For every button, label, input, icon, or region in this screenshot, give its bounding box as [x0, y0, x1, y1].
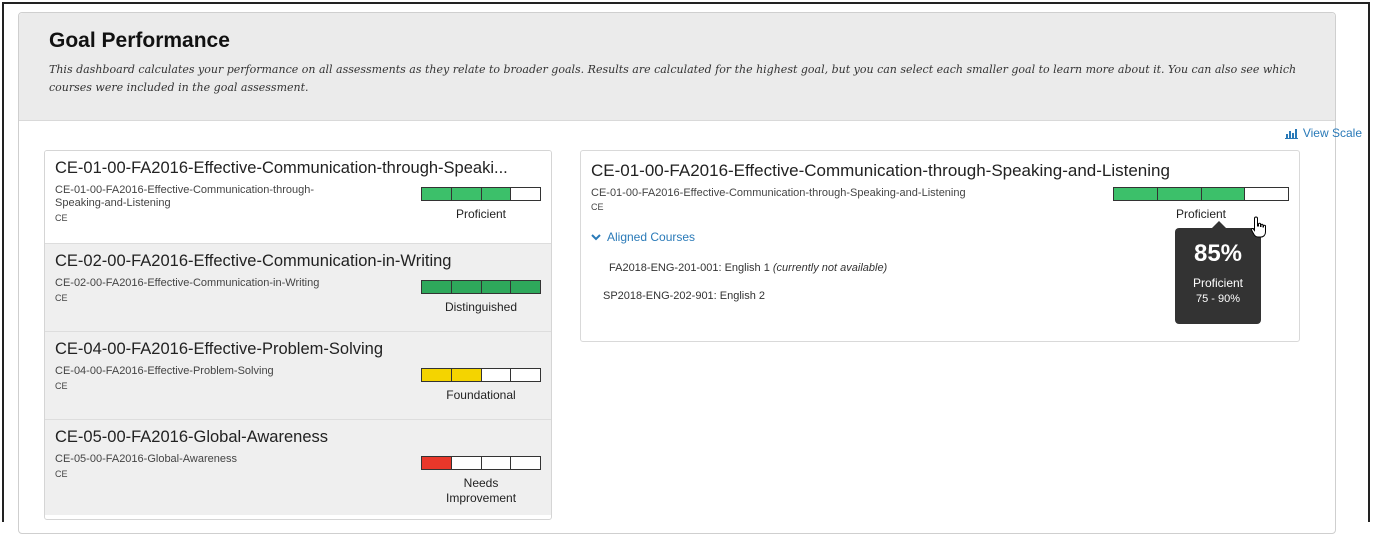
- goal-item[interactable]: CE-05-00-FA2016-Global-Awareness CE-05-0…: [45, 419, 551, 515]
- chevron-down-icon: [591, 234, 601, 241]
- course-note: (currently not available): [772, 262, 888, 274]
- goal-subtitle: CE-05-00-FA2016-Global-Awareness: [55, 453, 237, 465]
- tooltip-range: 75 - 90%: [1195, 293, 1241, 305]
- goal-subtitle: CE-01-00-FA2016-Effective-Communication-…: [55, 184, 315, 209]
- rating-bar: [421, 368, 541, 382]
- rating-segment: [511, 457, 540, 469]
- tooltip-percent: 85%: [1193, 240, 1243, 267]
- rating-segment: [451, 457, 482, 469]
- rating-segment: [1114, 188, 1158, 200]
- rating-label: Foundational: [446, 388, 516, 402]
- rating-segment: [1245, 188, 1288, 200]
- goal-subtitle: CE-04-00-FA2016-Effective-Problem-Solvin…: [55, 365, 274, 377]
- rating-segment: [481, 369, 512, 381]
- goal-item[interactable]: CE-02-00-FA2016-Effective-Communication-…: [45, 243, 551, 331]
- score-tooltip: 85% Proficient 75 - 90%: [1175, 221, 1261, 324]
- page-title: Goal Performance: [49, 29, 230, 52]
- view-scale-link[interactable]: View Scale: [1284, 126, 1362, 140]
- rating-label: Proficient: [455, 207, 507, 221]
- goal-rating: Needs Improvement: [421, 456, 541, 506]
- rating-segment: [481, 281, 512, 293]
- detail-rating-bar[interactable]: [1113, 187, 1289, 201]
- rating-segment: [511, 369, 540, 381]
- course-name: SP2018-ENG-202-901: English 2: [603, 290, 766, 302]
- rating-bar: [421, 280, 541, 294]
- rating-segment: [422, 457, 452, 469]
- goal-rating: Proficient: [421, 187, 541, 222]
- rating-segment: [1201, 188, 1246, 200]
- hand-cursor-icon: [1250, 216, 1266, 238]
- rating-segment: [422, 369, 452, 381]
- panel-header: Goal Performance This dashboard calculat…: [19, 13, 1335, 121]
- rating-segment: [422, 188, 452, 200]
- goal-rating: Distinguished: [421, 280, 541, 315]
- rating-segment: [451, 281, 482, 293]
- aligned-courses-label: Aligned Courses: [607, 230, 696, 244]
- rating-segment: [451, 188, 482, 200]
- rating-segment: [511, 188, 540, 200]
- rating-label: Distinguished: [444, 300, 518, 314]
- goal-list: CE-01-00-FA2016-Effective-Communication-…: [44, 150, 552, 520]
- rating-segment: [451, 369, 482, 381]
- rating-segment: [1157, 188, 1202, 200]
- rating-segment: [481, 188, 512, 200]
- rating-segment: [511, 281, 540, 293]
- goal-title: CE-01-00-FA2016-Effective-Communication-…: [55, 159, 508, 177]
- detail-title: CE-01-00-FA2016-Effective-Communication-…: [591, 161, 1170, 180]
- tooltip-level: Proficient: [1192, 276, 1244, 290]
- rating-segment: [481, 457, 512, 469]
- page-description: This dashboard calculates your performan…: [49, 63, 1297, 94]
- rating-bar: [421, 456, 541, 470]
- goal-title: CE-02-00-FA2016-Effective-Communication-…: [55, 252, 452, 270]
- bar-chart-icon: [1284, 128, 1298, 139]
- rating-bar: [421, 187, 541, 201]
- goal-title: CE-05-00-FA2016-Global-Awareness: [55, 428, 328, 446]
- rating-label: Needs Improvement: [446, 476, 517, 505]
- course-name: FA2018-ENG-201-001: English 1: [609, 262, 770, 274]
- goal-rating: Foundational: [421, 368, 541, 403]
- goal-title: CE-04-00-FA2016-Effective-Problem-Solvin…: [55, 340, 384, 358]
- rating-segment: [422, 281, 452, 293]
- view-scale-label: View Scale: [1302, 126, 1362, 140]
- goal-item[interactable]: CE-04-00-FA2016-Effective-Problem-Solvin…: [45, 331, 551, 419]
- goal-subtitle: CE-02-00-FA2016-Effective-Communication-…: [55, 277, 320, 289]
- goal-item[interactable]: CE-01-00-FA2016-Effective-Communication-…: [45, 151, 551, 243]
